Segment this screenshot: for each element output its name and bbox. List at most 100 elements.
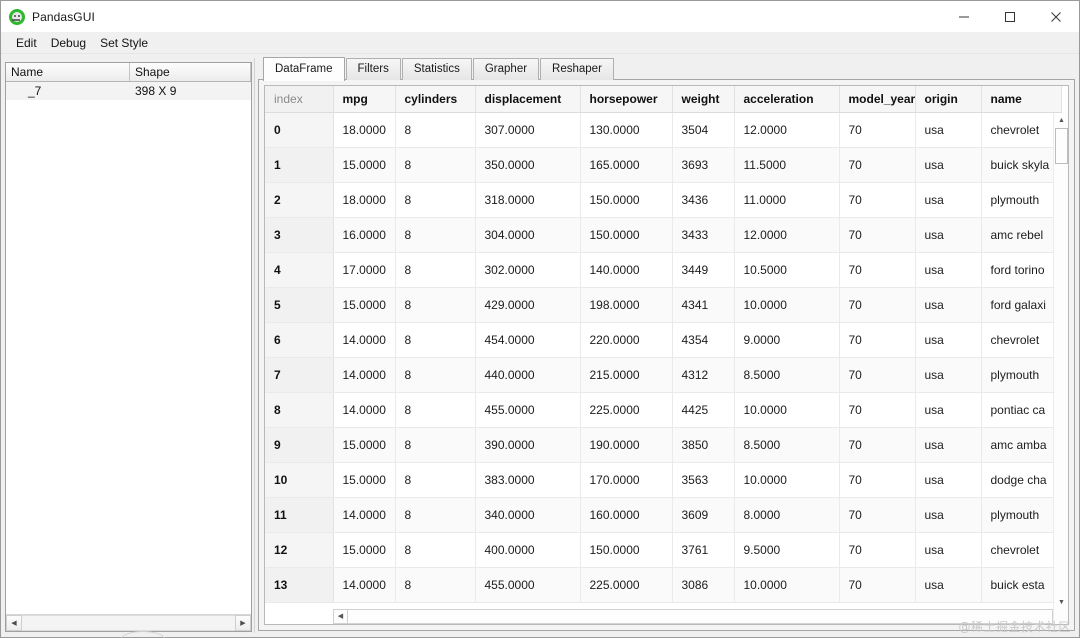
table-cell[interactable]: 3609: [672, 497, 735, 533]
table-cell[interactable]: 455.0000: [475, 392, 581, 428]
table-cell[interactable]: 3693: [672, 147, 735, 183]
table-cell[interactable]: amc rebel: [981, 217, 1062, 253]
table-cell[interactable]: 70: [839, 462, 916, 498]
table-cell[interactable]: 15.0000: [333, 462, 396, 498]
row-index-cell[interactable]: 9: [265, 427, 334, 463]
column-header-weight[interactable]: weight: [672, 86, 735, 113]
table-cell[interactable]: 340.0000: [475, 497, 581, 533]
table-cell[interactable]: 18.0000: [333, 112, 396, 148]
table-cell[interactable]: 8: [395, 497, 476, 533]
row-index-cell[interactable]: 8: [265, 392, 334, 428]
table-cell[interactable]: 70: [839, 217, 916, 253]
table-cell[interactable]: 3449: [672, 252, 735, 288]
column-header-acceleration[interactable]: acceleration: [734, 86, 840, 113]
table-cell[interactable]: 8: [395, 532, 476, 568]
table-cell[interactable]: 70: [839, 497, 916, 533]
scroll-up-arrow[interactable]: ▲: [1054, 113, 1068, 128]
table-cell[interactable]: dodge cha: [981, 462, 1062, 498]
scroll-left-arrow[interactable]: ◀: [6, 615, 22, 631]
table-cell[interactable]: 220.0000: [580, 322, 673, 358]
table-cell[interactable]: 8: [395, 462, 476, 498]
row-index-cell[interactable]: 3: [265, 217, 334, 253]
table-cell[interactable]: 70: [839, 567, 916, 603]
table-row[interactable]: 10 15.0000 8 383.0000 170.0000 3563 10.0000 70 u…: [265, 462, 1062, 498]
table-cell[interactable]: usa: [915, 567, 982, 603]
table-cell[interactable]: 170.0000: [580, 462, 673, 498]
table-row[interactable]: 0 18.0000 8 307.0000 130.0000 3504 12.0000 70 us…: [265, 112, 1062, 148]
table-cell[interactable]: usa: [915, 217, 982, 253]
table-cell[interactable]: 11.5000: [734, 147, 840, 183]
sidebar-horizontal-scrollbar[interactable]: ◀ ▶: [6, 614, 251, 631]
table-cell[interactable]: usa: [915, 427, 982, 463]
table-row[interactable]: 3 16.0000 8 304.0000 150.0000 3433 12.0000 70 us…: [265, 217, 1062, 253]
table-cell[interactable]: 4354: [672, 322, 735, 358]
table-cell[interactable]: 307.0000: [475, 112, 581, 148]
table-cell[interactable]: 440.0000: [475, 357, 581, 393]
table-cell[interactable]: 8: [395, 427, 476, 463]
row-index-cell[interactable]: 0: [265, 112, 334, 148]
menu-item-debug[interactable]: Debug: [44, 34, 93, 52]
table-cell[interactable]: 12.0000: [734, 112, 840, 148]
table-cell[interactable]: usa: [915, 357, 982, 393]
table-cell[interactable]: 70: [839, 147, 916, 183]
tab-statistics[interactable]: Statistics: [401, 58, 472, 80]
table-cell[interactable]: 3563: [672, 462, 735, 498]
table-cell[interactable]: 70: [839, 252, 916, 288]
column-header-mpg[interactable]: mpg: [333, 86, 396, 113]
table-cell[interactable]: 70: [839, 112, 916, 148]
scroll-right-arrow[interactable]: ▶: [235, 615, 251, 631]
table-cell[interactable]: 225.0000: [580, 567, 673, 603]
column-header-shape[interactable]: Shape: [130, 63, 251, 81]
table-cell[interactable]: 140.0000: [580, 252, 673, 288]
table-cell[interactable]: 350.0000: [475, 147, 581, 183]
table-row[interactable]: 6 14.0000 8 454.0000 220.0000 4354 9.0000 70 usa…: [265, 322, 1062, 358]
row-index-cell[interactable]: 10: [265, 462, 334, 498]
column-header-horsepower[interactable]: horsepower: [580, 86, 673, 113]
row-index-cell[interactable]: 4: [265, 252, 334, 288]
table-cell[interactable]: 304.0000: [475, 217, 581, 253]
table-cell[interactable]: pontiac ca: [981, 392, 1062, 428]
list-item[interactable]: _7 398 X 9: [6, 82, 251, 100]
table-cell[interactable]: 4341: [672, 287, 735, 323]
table-cell[interactable]: 17.0000: [333, 252, 396, 288]
table-cell[interactable]: 70: [839, 392, 916, 428]
table-cell[interactable]: 18.0000: [333, 182, 396, 218]
table-cell[interactable]: 198.0000: [580, 287, 673, 323]
column-header-origin[interactable]: origin: [915, 86, 982, 113]
table-cell[interactable]: 14.0000: [333, 497, 396, 533]
row-index-cell[interactable]: 12: [265, 532, 334, 568]
table-cell[interactable]: 14.0000: [333, 357, 396, 393]
table-vertical-scrollbar[interactable]: ▲ ▼: [1053, 113, 1068, 624]
table-cell[interactable]: 70: [839, 322, 916, 358]
scroll-down-arrow[interactable]: ▼: [1054, 595, 1068, 610]
table-cell[interactable]: 8: [395, 147, 476, 183]
row-index-cell[interactable]: 5: [265, 287, 334, 323]
tab-dataframe[interactable]: DataFrame: [263, 57, 345, 81]
table-row[interactable]: 2 18.0000 8 318.0000 150.0000 3436 11.0000 70 us…: [265, 182, 1062, 218]
table-row[interactable]: 4 17.0000 8 302.0000 140.0000 3449 10.5000 70 us…: [265, 252, 1062, 288]
column-header-cylinders[interactable]: cylinders: [395, 86, 476, 113]
table-cell[interactable]: 70: [839, 182, 916, 218]
table-cell[interactable]: 15.0000: [333, 427, 396, 463]
menu-item-edit[interactable]: Edit: [9, 34, 44, 52]
table-cell[interactable]: 12.0000: [734, 217, 840, 253]
table-cell[interactable]: 70: [839, 357, 916, 393]
row-index-cell[interactable]: 7: [265, 357, 334, 393]
row-index-cell[interactable]: 13: [265, 567, 334, 603]
table-cell[interactable]: usa: [915, 392, 982, 428]
column-header-index[interactable]: index: [265, 86, 334, 113]
table-cell[interactable]: 4425: [672, 392, 735, 428]
table-cell[interactable]: 8: [395, 567, 476, 603]
table-cell[interactable]: 8: [395, 322, 476, 358]
table-row[interactable]: 1 15.0000 8 350.0000 165.0000 3693 11.5000 70 us…: [265, 147, 1062, 183]
table-cell[interactable]: 3850: [672, 427, 735, 463]
column-header-name[interactable]: Name: [6, 63, 130, 81]
table-cell[interactable]: amc amba: [981, 427, 1062, 463]
table-cell[interactable]: chevrolet: [981, 532, 1062, 568]
horizontal-scroll-track[interactable]: [348, 610, 1052, 623]
table-cell[interactable]: 8: [395, 217, 476, 253]
table-cell[interactable]: plymouth: [981, 182, 1062, 218]
maximize-icon[interactable]: [987, 1, 1033, 32]
table-row[interactable]: 12 15.0000 8 400.0000 150.0000 3761 9.5000 70 us…: [265, 532, 1062, 568]
table-row[interactable]: 11 14.0000 8 340.0000 160.0000 3609 8.0000 70 us…: [265, 497, 1062, 533]
